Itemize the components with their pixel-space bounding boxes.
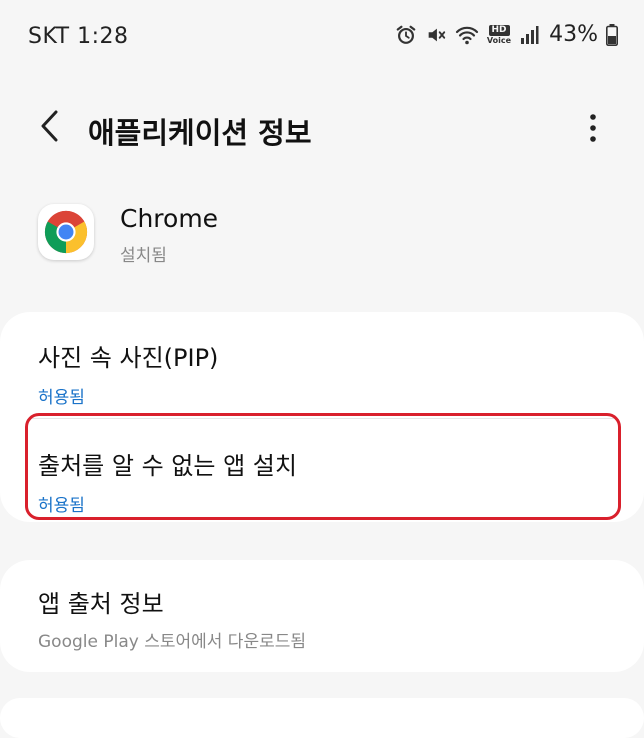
source-info-item[interactable]: 앱 출처 정보 Google Play 스토어에서 다운로드됨 <box>38 584 598 652</box>
app-name: Chrome <box>120 204 219 233</box>
unknown-sources-title: 출처를 알 수 없는 앱 설치 <box>38 452 297 480</box>
unknown-sources-value: 허용됨 <box>38 496 85 516</box>
chrome-icon <box>38 204 94 260</box>
status-bar: SKT 1:28 HD Voice 43% <box>0 0 644 72</box>
pip-setting[interactable]: 사진 속 사진(PIP) 허용됨 <box>38 338 598 408</box>
app-install-status: 설치됨 <box>120 246 167 266</box>
source-info-value: Google Play 스토어에서 다운로드됨 <box>38 632 307 652</box>
permissions-card: 사진 속 사진(PIP) 허용됨 출처를 알 수 없는 앱 설치 허용됨 <box>0 312 644 522</box>
battery-icon <box>606 23 618 46</box>
divider <box>30 418 614 419</box>
source-info-card[interactable]: 앱 출처 정보 Google Play 스토어에서 다운로드됨 <box>0 560 644 672</box>
more-vert-icon <box>589 113 597 147</box>
voice-label: Voice <box>486 35 512 45</box>
page-title: 애플리케이션 정보 <box>88 116 312 150</box>
app-bar: 애플리케이션 정보 <box>0 100 644 160</box>
hd-voice-indicator: HD Voice <box>486 24 512 45</box>
status-icons: HD Voice 43% <box>395 22 618 47</box>
unknown-sources-setting[interactable]: 출처를 알 수 없는 앱 설치 허용됨 <box>38 446 598 516</box>
alarm-icon <box>395 24 417 46</box>
source-info-title: 앱 출처 정보 <box>38 590 164 618</box>
back-button[interactable] <box>30 106 70 150</box>
next-card <box>0 698 644 738</box>
mute-icon <box>425 24 447 46</box>
wifi-icon <box>455 24 479 46</box>
signal-icon <box>519 25 539 45</box>
more-options-button[interactable] <box>576 108 610 152</box>
pip-value: 허용됨 <box>38 388 85 408</box>
back-icon <box>38 109 62 147</box>
carrier-time: SKT 1:28 <box>28 24 129 49</box>
battery-percent: 43% <box>549 22 598 47</box>
hd-label: HD <box>488 24 510 36</box>
app-info: Chrome 설치됨 <box>38 204 598 268</box>
pip-title: 사진 속 사진(PIP) <box>38 344 219 372</box>
